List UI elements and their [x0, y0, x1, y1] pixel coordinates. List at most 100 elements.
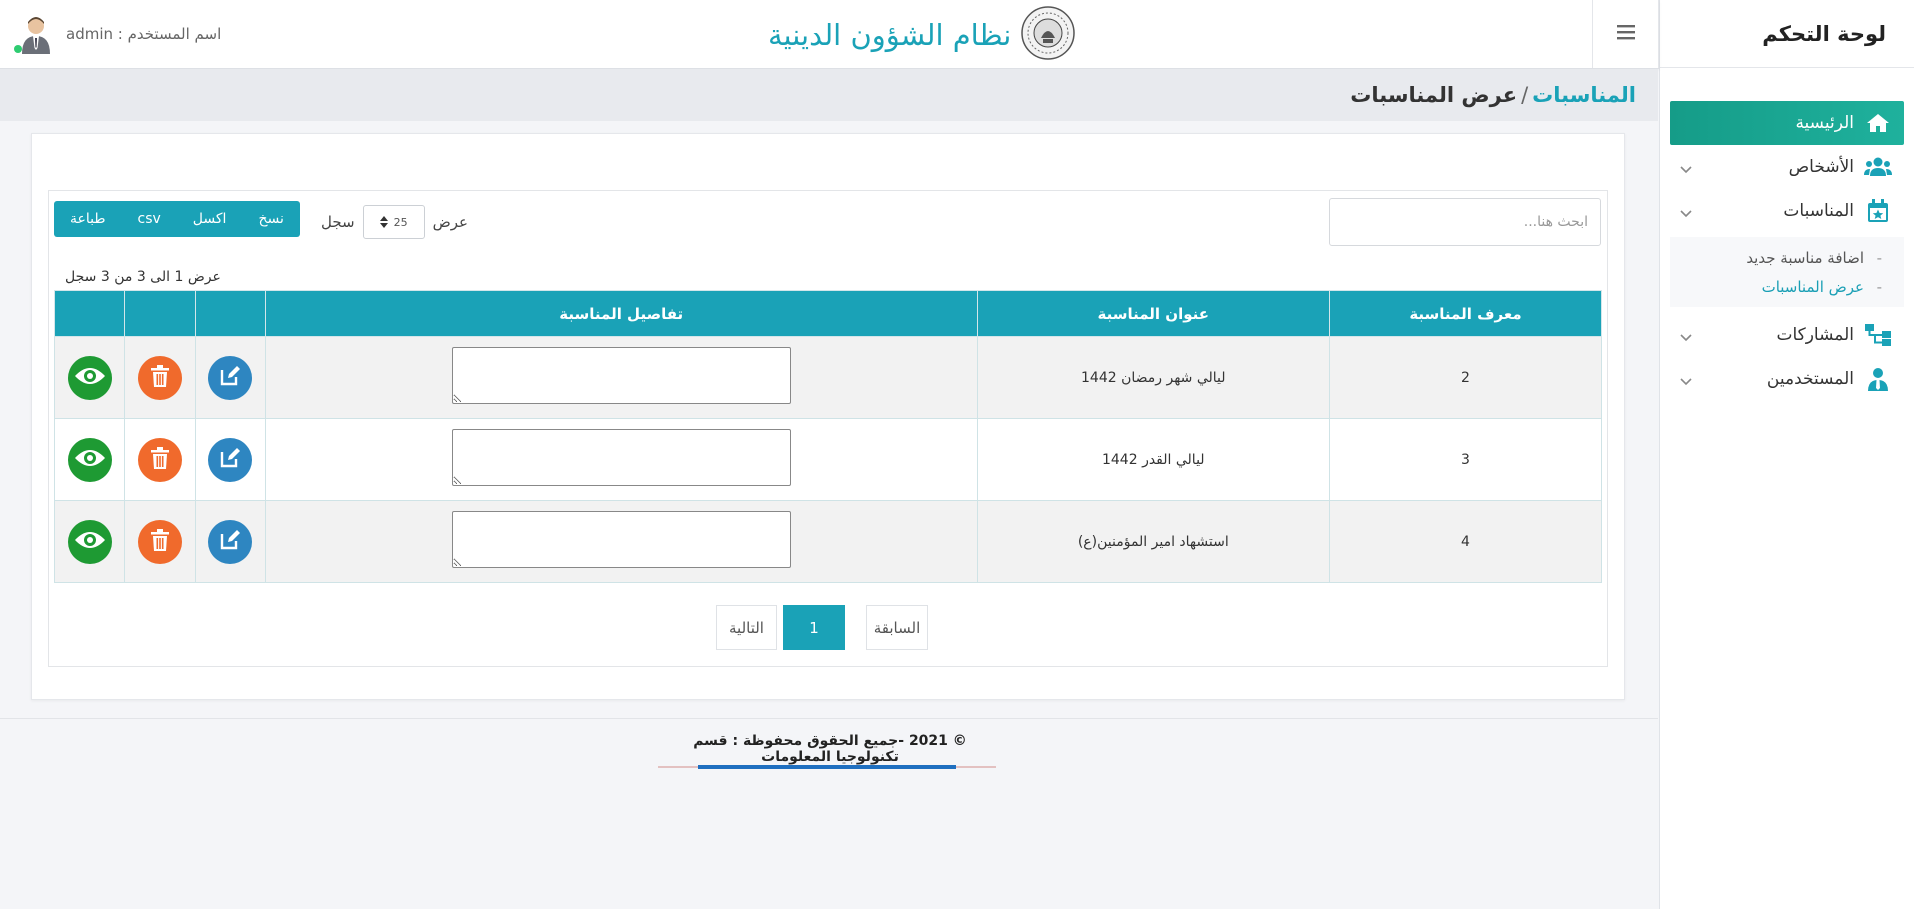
sidebar-item-label: المستخدمين: [1766, 369, 1854, 389]
occasions-table: معرف المناسبة عنوان المناسبة تفاصيل المن…: [53, 290, 1603, 583]
table-row: 4 استشهاد امير المؤمنين(ع): [53, 500, 1603, 583]
user-menu[interactable]: اسم المستخدم : admin: [14, 14, 221, 54]
cell-view: [53, 418, 126, 501]
cell-delete: [124, 336, 196, 419]
cell-edit: [194, 418, 266, 501]
show-label: عرض: [432, 213, 468, 231]
table-header-row: معرف المناسبة عنوان المناسبة تفاصيل المن…: [53, 290, 1603, 337]
cell-title: ليالي القدر 1442: [976, 418, 1330, 501]
content-card: عرض 25 سجل نسخ اكسل csv طباعة عرض 1 الى …: [31, 133, 1625, 700]
delete-button[interactable]: [137, 519, 182, 564]
edit-button[interactable]: [208, 437, 253, 482]
sidebar-item-label: المناسبات: [1783, 201, 1854, 221]
edit-button[interactable]: [208, 355, 253, 400]
cell-title: ليالي شهر رمضان 1442: [976, 336, 1330, 419]
user-tie-icon: [1864, 367, 1892, 391]
menu-toggle-button[interactable]: [1592, 0, 1659, 68]
sidebar-item-participations[interactable]: المشاركات: [1670, 313, 1904, 357]
sort-arrows-icon: [379, 215, 388, 232]
chevron-down-icon: [1680, 203, 1692, 223]
previous-page-button[interactable]: السابقة: [866, 605, 928, 650]
avatar[interactable]: [14, 14, 54, 54]
edit-icon: [218, 364, 242, 392]
page-length-control: عرض 25 سجل: [321, 205, 468, 239]
column-header-details[interactable]: تفاصيل المناسبة: [264, 290, 978, 337]
username-label: اسم المستخدم : admin: [66, 25, 222, 43]
cell-delete: [124, 418, 196, 501]
pagination: التالية 1 السابقة: [49, 605, 1607, 651]
column-header-view: [53, 290, 126, 337]
chevron-down-icon: [1680, 371, 1692, 391]
sitemap-icon: [1864, 323, 1892, 347]
users-icon: [1864, 155, 1892, 179]
top-bar: نظام الشؤون الدينية اسم المستخدم : admin: [0, 0, 1659, 69]
view-button[interactable]: [67, 437, 112, 482]
view-button[interactable]: [67, 519, 112, 564]
cell-details: [264, 418, 978, 501]
column-header-edit: [194, 290, 266, 337]
online-status-dot: [14, 45, 22, 53]
page-number-button[interactable]: 1: [783, 605, 845, 650]
column-header-id[interactable]: معرف المناسبة: [1328, 290, 1603, 337]
chevron-down-icon: [1680, 327, 1692, 347]
footer-accent-bar: [658, 765, 996, 769]
copy-button[interactable]: نسخ: [242, 201, 299, 237]
submenu-item-add-occasion[interactable]: - اضافة مناسبة جديد: [1670, 243, 1904, 272]
print-button[interactable]: طباعة: [54, 201, 122, 237]
next-page-button[interactable]: التالية: [716, 605, 777, 650]
cell-details: [264, 500, 978, 583]
sidebar-item-users[interactable]: المستخدمين: [1670, 357, 1904, 401]
dash-icon: -: [1876, 249, 1882, 267]
delete-button[interactable]: [137, 355, 182, 400]
edit-button[interactable]: [208, 519, 253, 564]
seal-logo-icon: [1021, 6, 1076, 64]
submenu-item-label: اضافة مناسبة جديد: [1746, 248, 1864, 267]
details-textarea[interactable]: [451, 347, 791, 404]
cell-id: 3: [1328, 418, 1603, 501]
datatable-wrapper: عرض 25 سجل نسخ اكسل csv طباعة عرض 1 الى …: [48, 190, 1608, 667]
table-row: 3 ليالي القدر 1442: [53, 418, 1603, 501]
hamburger-icon: [1616, 24, 1635, 44]
cell-edit: [194, 500, 266, 583]
cell-view: [53, 500, 126, 583]
chevron-down-icon: [1680, 159, 1692, 179]
footer-copyright: © 2021 -جميع الحقوق محفوظة : قسم تكنولوج…: [693, 733, 967, 765]
eye-icon: [74, 530, 106, 554]
page-length-value: 25: [393, 215, 408, 229]
table-info: عرض 1 الى 3 من 3 سجل: [65, 269, 221, 285]
table-row: 2 ليالي شهر رمضان 1442: [53, 336, 1603, 419]
details-textarea[interactable]: [451, 429, 791, 486]
sidebar-item-occasions[interactable]: المناسبات: [1670, 189, 1904, 233]
delete-button[interactable]: [137, 437, 182, 482]
view-button[interactable]: [67, 355, 112, 400]
submenu-item-view-occasions[interactable]: - عرض المناسبات: [1670, 272, 1904, 301]
trash-icon: [150, 446, 170, 474]
cell-details: [264, 336, 978, 419]
column-header-title[interactable]: عنوان المناسبة: [976, 290, 1330, 337]
breadcrumb-current: عرض المناسبات: [1350, 83, 1518, 107]
eye-icon: [74, 448, 106, 472]
sidebar-item-home[interactable]: الرئيسية: [1670, 101, 1904, 145]
page-length-select[interactable]: 25: [362, 205, 425, 239]
system-title: نظام الشؤون الدينية: [768, 6, 1076, 64]
dash-icon: -: [1876, 278, 1882, 296]
details-textarea[interactable]: [451, 511, 791, 568]
eye-icon: [74, 366, 106, 390]
occasions-submenu: - اضافة مناسبة جديد - عرض المناسبات: [1670, 237, 1904, 307]
sidebar: لوحة التحكم الرئيسية الأشخاص المناسبات -: [1659, 0, 1914, 909]
breadcrumb: المناسبات / عرض المناسبات: [0, 69, 1658, 121]
csv-button[interactable]: csv: [122, 201, 177, 237]
cell-id: 4: [1328, 500, 1603, 583]
records-label: سجل: [321, 213, 355, 231]
sidebar-brand: لوحة التحكم: [1660, 0, 1914, 68]
search-input[interactable]: [1329, 198, 1601, 246]
breadcrumb-separator: /: [1521, 83, 1529, 107]
cell-id: 2: [1328, 336, 1603, 419]
edit-icon: [218, 446, 242, 474]
sidebar-item-persons[interactable]: الأشخاص: [1670, 145, 1904, 189]
sidebar-item-label: المشاركات: [1776, 325, 1854, 345]
excel-button[interactable]: اكسل: [177, 201, 243, 237]
calendar-star-icon: [1864, 199, 1892, 223]
breadcrumb-link-occasions[interactable]: المناسبات: [1532, 83, 1636, 107]
submenu-item-label: عرض المناسبات: [1761, 277, 1864, 296]
